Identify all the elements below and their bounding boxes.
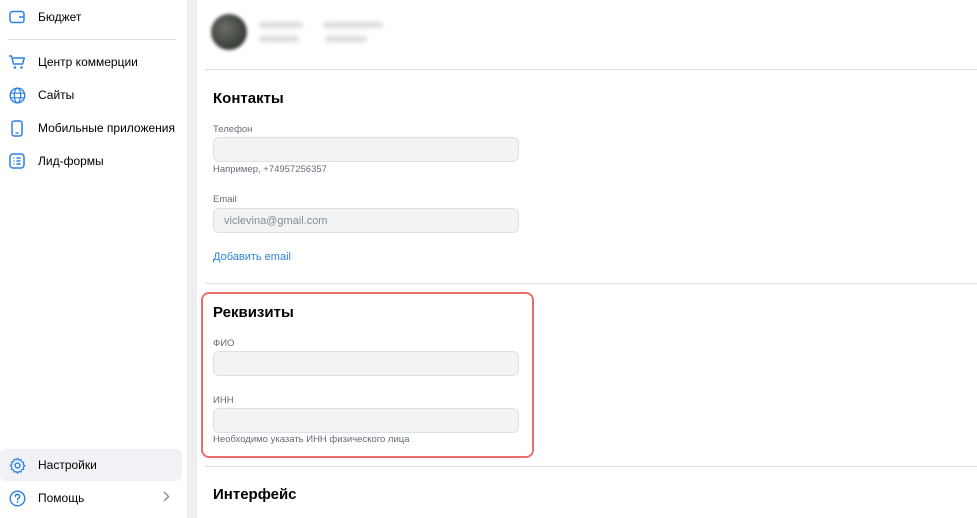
contacts-title: Контакты — [213, 90, 284, 107]
cart-icon — [8, 53, 26, 71]
wallet-icon — [8, 8, 26, 26]
sidebar-item-label: Мобильные приложения — [38, 121, 175, 135]
sidebar-item-lead-forms[interactable]: Лид-формы — [0, 145, 182, 177]
sidebar-item-label: Бюджет — [38, 10, 82, 24]
sidebar-item-label: Сайты — [38, 88, 75, 102]
phone-label: Телефон — [213, 124, 253, 135]
form-icon — [8, 152, 26, 170]
sidebar: Бюджет Центр коммерции Сайты Мобильные п… — [0, 0, 187, 518]
help-icon — [8, 489, 26, 507]
blurred-text — [325, 36, 367, 42]
requisites-highlight-frame — [201, 292, 534, 458]
sidebar-item-sites[interactable]: Сайты — [0, 79, 182, 111]
sidebar-item-settings[interactable]: Настройки — [0, 449, 182, 481]
sidebar-item-commerce[interactable]: Центр коммерции — [0, 46, 182, 78]
avatar — [211, 14, 247, 50]
layout-gutter — [187, 0, 197, 518]
globe-icon — [8, 86, 26, 104]
email-field[interactable] — [213, 208, 519, 233]
phone-field[interactable] — [213, 137, 519, 162]
interface-title: Интерфейс — [213, 486, 297, 503]
sidebar-item-mobile-apps[interactable]: Мобильные приложения — [0, 112, 182, 144]
section-divider — [205, 69, 977, 70]
gear-icon — [8, 456, 26, 474]
blurred-text — [259, 22, 303, 28]
blurred-text — [323, 22, 383, 28]
email-label: Email — [213, 194, 237, 205]
section-divider — [205, 283, 977, 284]
section-divider — [205, 466, 977, 467]
sidebar-item-label: Лид-формы — [38, 154, 104, 168]
sidebar-item-label: Центр коммерции — [38, 55, 138, 69]
chevron-right-icon — [163, 490, 170, 505]
add-email-link[interactable]: Добавить email — [213, 251, 291, 263]
sidebar-item-help[interactable]: Помощь — [0, 482, 182, 514]
phone-icon — [8, 119, 26, 137]
sidebar-item-label: Помощь — [38, 491, 85, 505]
blurred-text — [259, 36, 299, 42]
phone-hint: Например, +74957256357 — [213, 164, 327, 175]
sidebar-item-label: Настройки — [38, 458, 97, 472]
sidebar-divider — [8, 39, 176, 40]
sidebar-item-budget[interactable]: Бюджет — [0, 1, 182, 33]
